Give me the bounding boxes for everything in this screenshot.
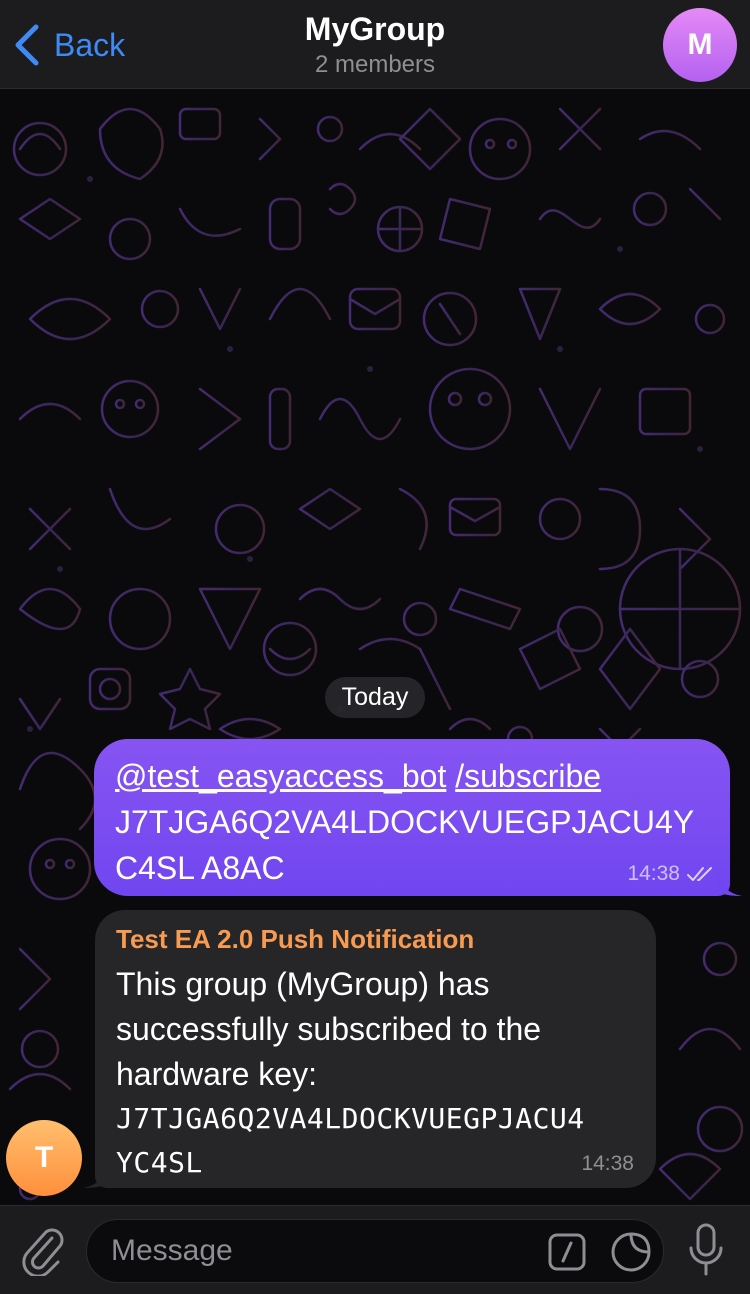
bot-mention-link[interactable]: @test_easyaccess_bot [115,758,446,794]
message-composer [0,1205,750,1294]
message-text-line: hardware key: [116,1056,317,1092]
microphone-icon[interactable] [686,1222,726,1278]
message-line-2: J7TJGA6Q2VA4LDOCKVUEGPJACU4Y [115,804,695,840]
message-input[interactable] [111,1234,531,1268]
message-line-3: C4SL A8AC [115,850,285,886]
subscribe-command-link[interactable]: /subscribe [455,758,601,794]
chat-title: MyGroup [304,11,446,47]
double-check-icon [687,867,712,881]
outgoing-message[interactable]: @test_easyaccess_bot /subscribe J7TJGA6Q… [94,739,742,896]
incoming-message[interactable]: Test EA 2.0 Push Notification This group… [83,910,656,1188]
slash-command-icon[interactable] [547,1232,587,1272]
bubble-tail [83,1162,107,1188]
message-line-1: @test_easyaccess_bot /subscribe [115,753,710,799]
message-text-line: successfully subscribed to the [116,1011,542,1047]
message-time: 14:38 [627,862,680,885]
hardware-key-line: YC4SL [116,1146,203,1179]
members-count: 2 members [314,51,436,78]
sticker-icon[interactable] [609,1230,653,1274]
bubble-tail [718,870,742,896]
message-text-line: This group (MyGroup) has [116,966,490,1002]
sender-avatar[interactable]: T [6,1120,82,1196]
paperclip-icon[interactable] [18,1224,66,1276]
chat-header: Back MyGroup 2 members M [0,0,750,89]
message-meta: 14:38 [627,862,716,886]
date-separator: Today [325,677,425,718]
hardware-key-line: J7TJGA6Q2VA4LDOCKVUEGPJACU4 [116,1102,585,1135]
message-time: 14:38 [581,1152,634,1175]
sender-name[interactable]: Test EA 2.0 Push Notification [116,924,636,954]
group-avatar[interactable]: M [663,8,737,82]
message-field[interactable] [86,1219,664,1283]
chat-title-area[interactable]: MyGroup 2 members [0,10,750,80]
